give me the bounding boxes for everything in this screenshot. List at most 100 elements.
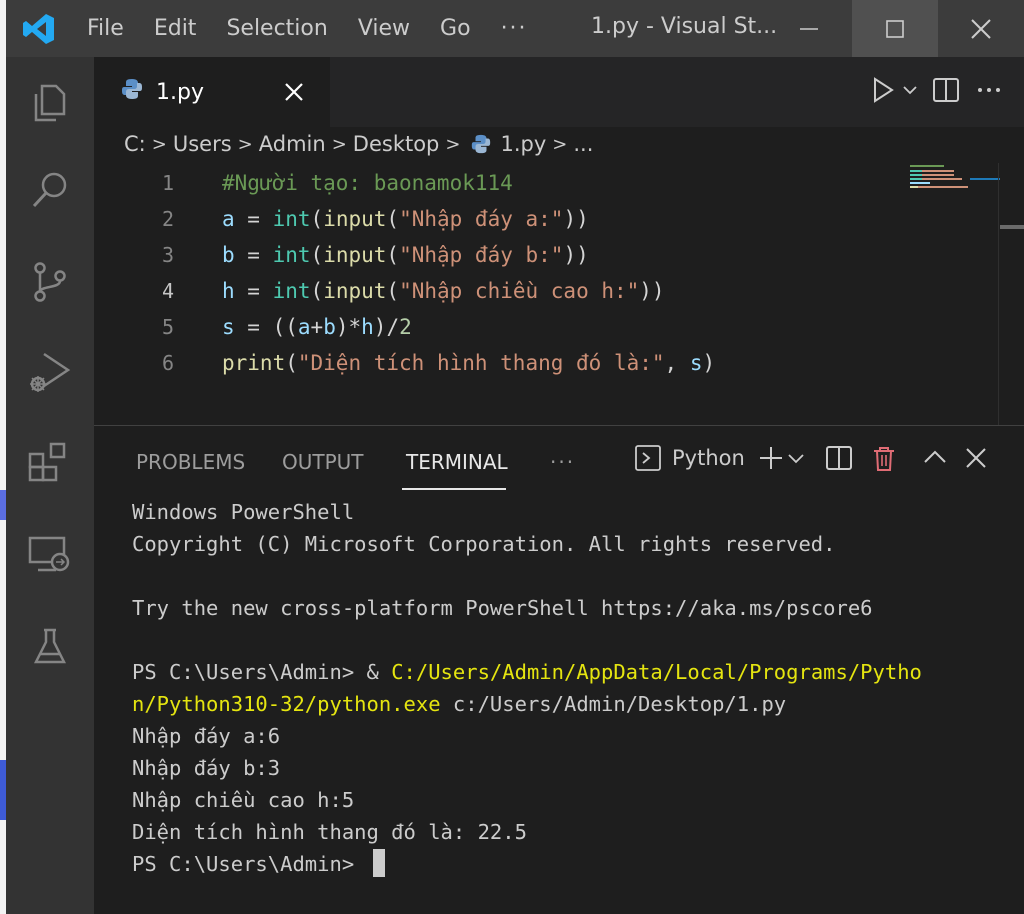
tab-terminal[interactable]: TERMINAL [406,450,508,474]
terminal-prompt: PS C:\Users\Admin> & [132,660,392,684]
line-number: 1 [161,171,174,195]
menu-edit[interactable]: Edit [139,16,212,41]
breadcrumb-item[interactable]: C: [124,132,146,156]
terminal-line: Diện tích hình thang đó là: 22.5 [132,820,527,844]
terminal-line: Windows PowerShell [132,500,355,524]
code-token: int [272,207,311,231]
menu-bar: File Edit Selection View Go ··· [72,16,543,41]
source-control-icon[interactable] [6,247,94,317]
code-token: print [222,351,286,375]
line-number: 5 [161,315,174,339]
menu-file[interactable]: File [72,16,139,41]
breadcrumb-item[interactable]: Users [173,132,232,156]
tab-label: 1.py [156,79,204,105]
editor-actions [870,75,1004,105]
minimize-icon [800,27,818,30]
close-icon[interactable] [280,78,308,106]
tab-1-py[interactable]: 1.py [94,57,330,127]
code-string: "Nhập đáy a:" [399,207,564,231]
chevron-down-icon[interactable] [902,75,918,105]
code-token: ( [310,243,324,267]
code-line: 4 h = int(input("Nhập chiều cao h:")) [94,273,994,309]
code-token: + [310,315,324,339]
activity-bar [6,57,94,914]
chevron-right-icon: > [331,133,347,155]
menu-more[interactable]: ··· [486,16,543,41]
code-token: )/ [373,315,400,339]
code-token: int [272,279,311,303]
run-icon[interactable] [870,75,896,105]
breadcrumb-item[interactable]: Admin [259,132,326,156]
menu-go[interactable]: Go [425,16,486,41]
terminal-selector[interactable]: Python [634,444,745,472]
breadcrumb-item[interactable]: Desktop [353,132,440,156]
code-token: ( [310,279,324,303]
menu-selection[interactable]: Selection [211,16,342,41]
explorer-icon[interactable] [6,67,94,137]
code-token: b [323,315,336,339]
more-actions-icon[interactable] [974,75,1004,105]
terminal-line: Copyright (C) Microsoft Corporation. All… [132,532,836,556]
remote-explorer-icon[interactable] [6,519,94,589]
code-string: "Nhập chiều cao h:" [399,279,640,303]
editor-scrollbar[interactable] [998,163,1024,425]
breadcrumb-item[interactable]: 1.py [500,132,546,156]
extensions-icon[interactable] [6,429,94,499]
chevron-down-icon[interactable] [785,444,807,472]
split-terminal-icon[interactable] [825,444,853,472]
terminal-line: Nhập chiều cao h:5 [132,788,355,812]
terminal-path: n/Python310-32/python.exe [132,692,441,716]
maximize-button[interactable] [852,0,938,57]
code-token: input [323,207,387,231]
tab-problems[interactable]: PROBLEMS [136,450,245,474]
code-token: )) [639,279,665,303]
chevron-right-icon: > [151,133,167,155]
chevron-up-icon[interactable] [921,444,949,472]
chevron-right-icon: > [237,133,253,155]
minimize-button[interactable] [766,0,852,57]
code-token: h [361,315,374,339]
active-tab-indicator [402,488,506,490]
run-debug-icon[interactable] [6,337,94,407]
code-line: 3 b = int(input("Nhập đáy b:")) [94,237,994,273]
tab-output[interactable]: OUTPUT [282,450,364,474]
close-icon[interactable] [963,444,989,472]
breadcrumb-item[interactable]: ... [573,132,593,156]
chevron-right-icon: > [552,133,568,155]
close-window-button[interactable] [938,0,1024,57]
breadcrumb: C: > Users > Admin > Desktop > 1.py > ..… [124,129,593,159]
search-icon[interactable] [6,155,94,225]
code-line: 6 print("Diện tích hình thang đó là:", s… [94,345,994,381]
trash-icon[interactable] [871,444,897,472]
chevron-right-icon: > [445,133,461,155]
line-number: 2 [161,207,174,231]
split-editor-icon[interactable] [932,75,960,105]
minimap[interactable] [910,163,1000,193]
code-comment: #Người tạo: baonamok114 [222,171,513,195]
code-token: = (( [234,315,298,339]
panel-tabs: PROBLEMS OUTPUT TERMINAL ··· Python [94,426,1024,492]
terminal-cursor [372,849,385,877]
scrollbar-thumb[interactable] [1000,225,1024,229]
code-number: 2 [399,315,412,339]
terminal-path: C:/Users/Admin/AppData/Local/Programs/Py… [391,660,922,684]
maximize-icon [886,19,904,38]
window-title: 1.py - Visual St... [591,14,778,39]
code-token: b [222,243,235,267]
terminal-name: Python [672,446,745,470]
menu-view[interactable]: View [343,16,425,41]
python-file-icon [120,77,144,107]
code-token: s [222,315,235,339]
testing-icon[interactable] [6,611,94,681]
terminal-text: c:/Users/Admin/Desktop/1.py [440,692,787,716]
panel-more[interactable]: ··· [550,450,575,474]
code-line: 1 #Người tạo: baonamok114 [94,165,994,201]
terminal-output[interactable]: Windows PowerShell Copyright (C) Microso… [132,496,1012,880]
vscode-logo-icon[interactable] [6,0,72,57]
terminal-line: n/Python310-32/python.exe c:/Users/Admin… [132,688,1012,720]
plus-icon[interactable] [757,444,785,472]
code-token: input [323,243,387,267]
code-line: 2 a = int(input("Nhập đáy a:")) [94,201,994,237]
